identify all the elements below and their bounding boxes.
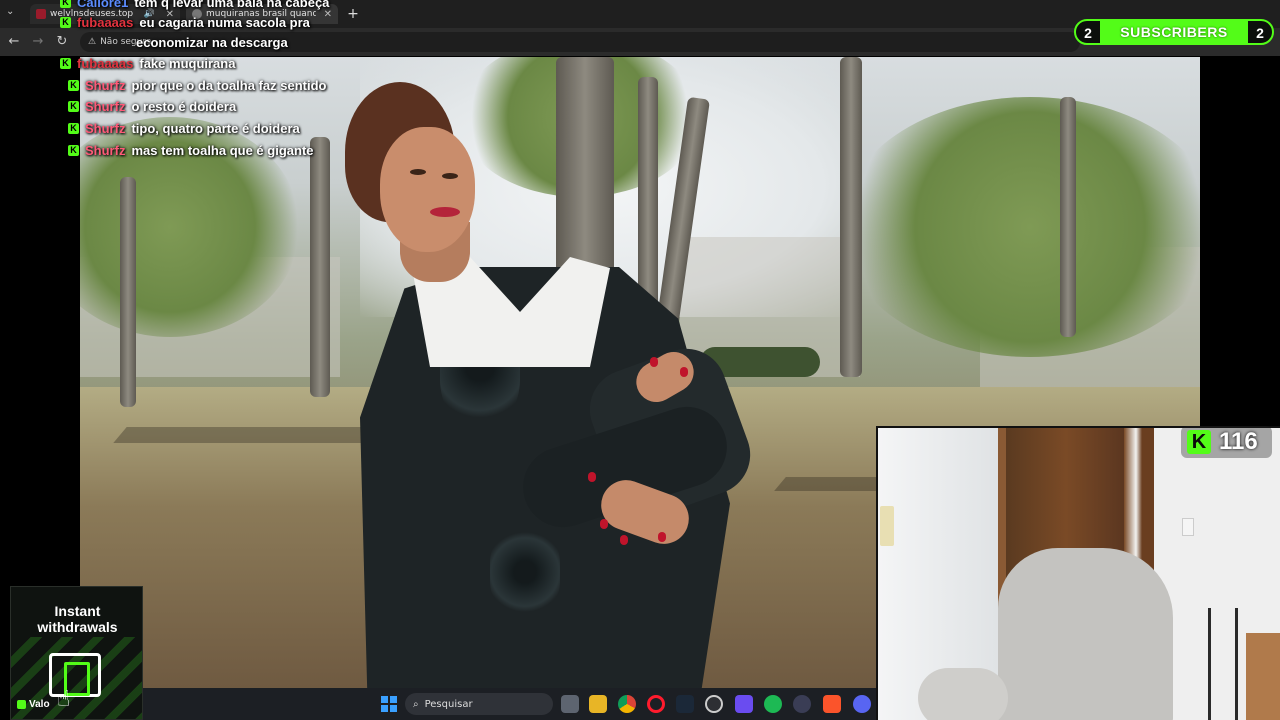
kick-badge-icon: K	[68, 100, 79, 112]
nail	[620, 535, 628, 545]
tree-foliage	[840, 97, 1200, 357]
chat-overlay: K Callore1 tem q levar uma bala na cabeç…	[0, 0, 400, 165]
promo-brand: Valo	[17, 699, 50, 710]
screen: ⌄ welvlnsdeuses.top 🔊 ✕ muquiranas brasi…	[0, 0, 1280, 720]
chair-arm	[918, 668, 1008, 720]
app-icon[interactable]	[793, 695, 811, 713]
promo-line-1: Instant	[54, 603, 101, 619]
chat-message: K Shurfz o resto é doidera	[68, 96, 236, 116]
opera-icon[interactable]	[647, 695, 665, 713]
chat-message: K Shurfz mas tem toalha que é gigante	[68, 140, 314, 160]
nail	[600, 519, 608, 529]
kick-badge-icon: K	[60, 16, 71, 28]
chat-username: Shurfz	[85, 98, 126, 114]
cardigan-lace	[490, 527, 560, 617]
promo-card: Instant withdrawals ☝ Valo	[10, 586, 143, 720]
subscribers-widget: 2 SUBSCRIBERS 2	[1074, 19, 1274, 45]
chat-message: K Shurfz pior que o da toalha faz sentid…	[68, 75, 326, 95]
chat-text: o resto é doidera	[131, 98, 237, 114]
chrome-icon[interactable]	[618, 695, 636, 713]
search-placeholder: Pesquisar	[424, 698, 473, 710]
viewer-count-badge: K 116	[1181, 426, 1272, 458]
tree-trunk	[120, 177, 136, 407]
chat-message: K fubaaaas eu cagaria numa sacola pra	[60, 12, 310, 32]
search-icon: ⌕	[413, 698, 419, 710]
app-icon[interactable]	[705, 695, 723, 713]
chat-username: Shurfz	[85, 120, 126, 136]
chat-username: fubaaaas	[77, 14, 134, 30]
subscribers-count-right: 2	[1256, 25, 1264, 41]
chat-text: economizar na descarga	[136, 34, 288, 50]
promo-line-2: withdrawals	[37, 619, 118, 635]
tree-trunk	[310, 137, 330, 397]
app-grid-icon[interactable]	[735, 695, 753, 713]
wall-switch	[880, 506, 894, 546]
chat-username: Shurfz	[85, 142, 126, 158]
promo-brand-label: Valo	[29, 699, 50, 710]
stool	[1208, 608, 1238, 720]
steam-icon[interactable]	[676, 695, 694, 713]
woman-eye	[410, 169, 426, 175]
chat-text: tipo, quatro parte é doidera	[131, 120, 300, 136]
tree-trunk	[840, 57, 862, 377]
woman-eye	[442, 173, 458, 179]
table	[1246, 633, 1280, 720]
task-view-icon[interactable]	[561, 695, 579, 713]
brave-icon[interactable]	[823, 695, 841, 713]
kick-logo-icon: K	[1187, 430, 1211, 454]
webcam-overlay	[876, 426, 1280, 720]
brand-icon	[17, 700, 26, 709]
chat-message: K Callore1 tem q levar uma bala na cabeç…	[60, 0, 329, 12]
covered-chair	[998, 548, 1173, 720]
spotify-icon[interactable]	[764, 695, 782, 713]
chat-message: K Shurfz tipo, quatro parte é doidera	[68, 118, 300, 138]
chat-text: pior que o da toalha faz sentido	[131, 77, 327, 93]
file-explorer-icon[interactable]	[589, 695, 607, 713]
wall-switch	[1182, 518, 1194, 536]
kick-badge-icon: K	[68, 122, 79, 134]
kick-badge-icon: K	[60, 57, 71, 69]
chat-text: fake muquirana	[139, 55, 236, 71]
subscribers-count-left: 2	[1084, 25, 1092, 41]
kick-badge-icon: K	[68, 144, 79, 156]
viewer-count: 116	[1219, 428, 1258, 455]
hand-cursor-icon: ☝	[57, 687, 71, 712]
chat-message: economizar na descarga	[136, 32, 288, 52]
nail	[658, 532, 666, 542]
discord-icon[interactable]	[853, 695, 871, 713]
taskbar-search[interactable]: ⌕ Pesquisar	[405, 693, 553, 715]
windows-start-icon[interactable]	[381, 696, 397, 712]
chat-message: K fubaaaas fake muquirana	[60, 53, 235, 73]
nail	[680, 367, 688, 377]
chat-username: Callore1	[77, 0, 129, 10]
kick-badge-icon: K	[60, 0, 71, 8]
nail	[650, 357, 658, 367]
taskbar: ⌕ Pesquisar	[143, 688, 876, 720]
chat-username: Shurfz	[85, 77, 126, 93]
tree-trunk	[1060, 97, 1076, 337]
chat-text: mas tem toalha que é gigante	[131, 142, 314, 158]
kick-badge-icon: K	[68, 79, 79, 91]
chat-text: eu cagaria numa sacola pra	[139, 14, 310, 30]
woman-lips	[430, 207, 460, 217]
chat-text: tem q levar uma bala na cabeça	[134, 0, 330, 10]
subscribers-label: SUBSCRIBERS	[1100, 21, 1248, 43]
nail	[588, 472, 596, 482]
chat-username: fubaaaas	[77, 55, 134, 71]
